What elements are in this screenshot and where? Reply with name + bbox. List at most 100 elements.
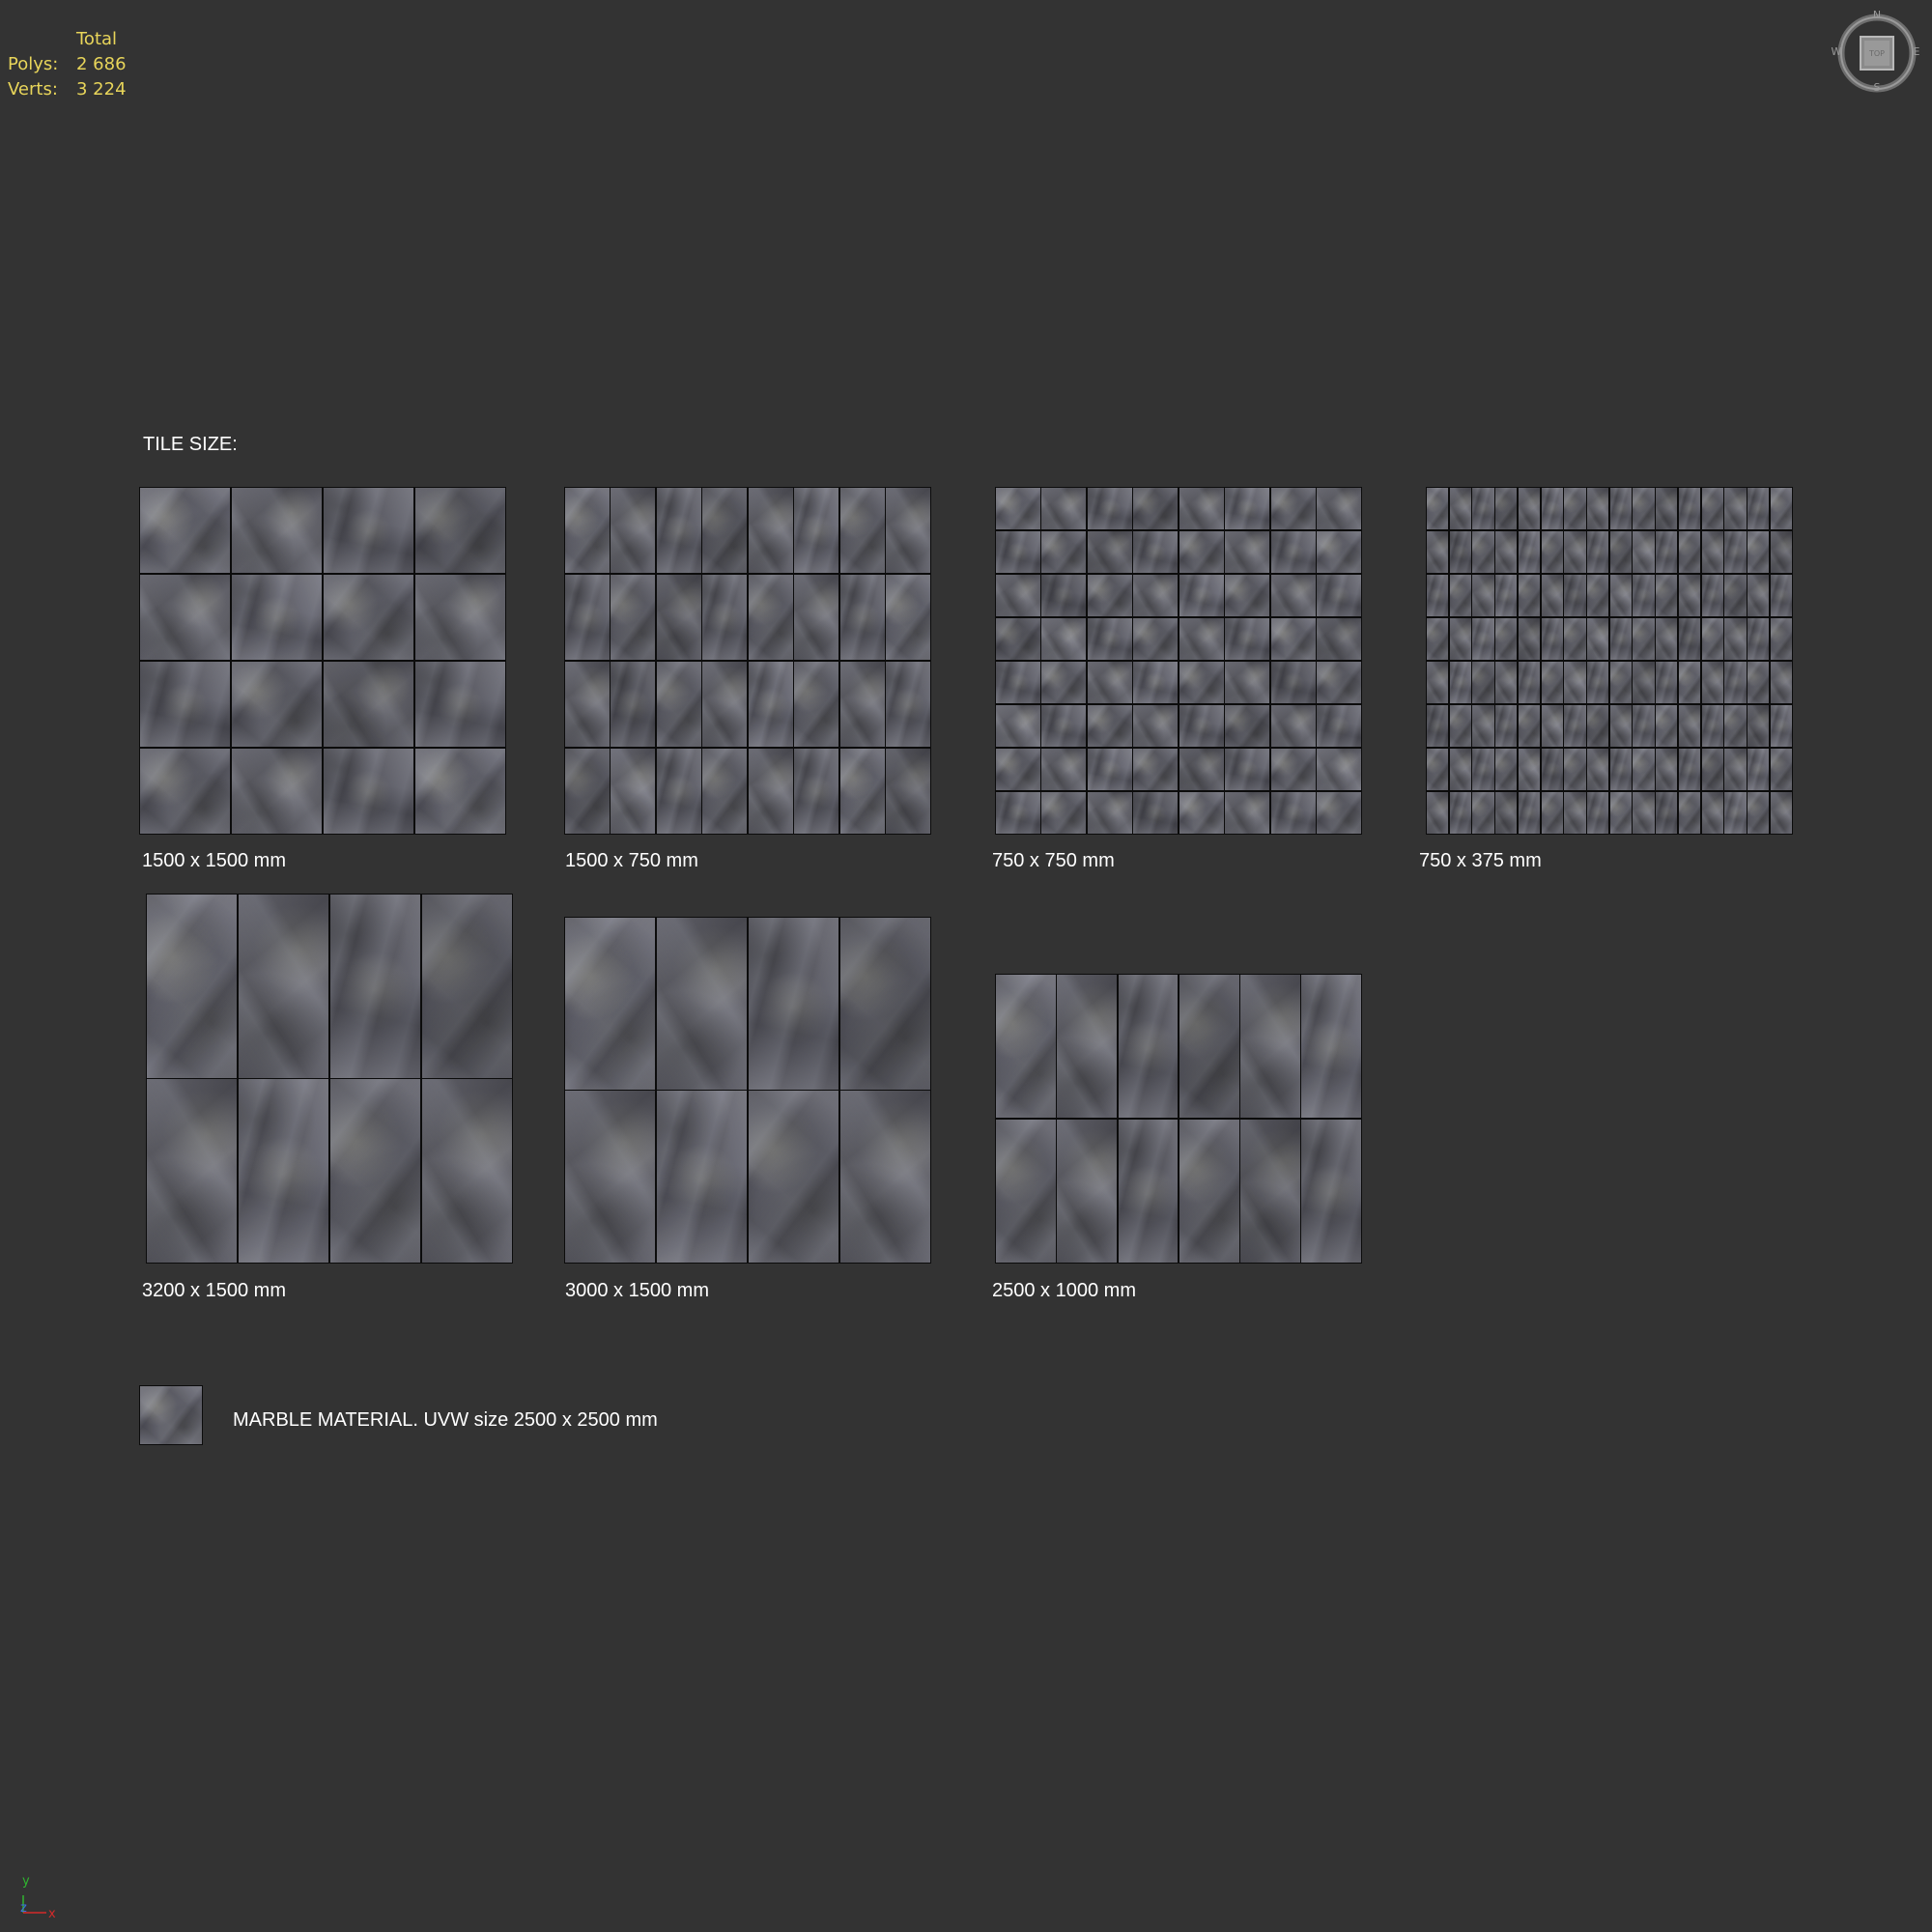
marble-tile	[1041, 574, 1087, 617]
marble-tile	[1472, 704, 1494, 748]
marble-tile	[1609, 488, 1632, 530]
marble-tile	[1317, 661, 1361, 704]
tile-sample-1500x1500[interactable]	[139, 487, 506, 835]
marble-tile	[1041, 791, 1087, 834]
material-note: MARBLE MATERIAL. UVW size 2500 x 2500 mm	[233, 1409, 658, 1431]
marble-tile	[238, 895, 329, 1078]
marble-tile	[1427, 704, 1449, 748]
marble-tile	[1656, 661, 1678, 704]
marble-tile	[702, 574, 748, 661]
marble-tile	[839, 1091, 930, 1263]
marble-tile	[1449, 574, 1471, 617]
marble-tile	[1587, 617, 1609, 661]
marble-tile	[702, 661, 748, 748]
marble-tile	[140, 574, 231, 661]
marble-tile	[1270, 748, 1316, 791]
marble-tile	[1564, 748, 1586, 791]
marble-tile	[1225, 617, 1270, 661]
marble-tile	[1087, 748, 1132, 791]
tile-sample-750x375[interactable]	[1426, 487, 1793, 835]
tile-sample-label: 2500 x 1000 mm	[992, 1280, 1136, 1301]
marble-tile	[147, 895, 238, 1078]
marble-tile	[748, 574, 793, 661]
marble-tile	[1449, 617, 1471, 661]
marble-tile	[1427, 574, 1449, 617]
marble-tile	[656, 748, 701, 834]
marble-tile	[1518, 617, 1541, 661]
marble-tile	[1133, 617, 1179, 661]
marble-tile	[147, 1079, 238, 1263]
marble-tile	[421, 1079, 512, 1263]
marble-tile	[231, 661, 323, 748]
tile-sample-2500x1000[interactable]	[995, 974, 1362, 1264]
marble-tile	[565, 574, 610, 661]
marble-tile	[1133, 574, 1179, 617]
tile-sample-3200x1500[interactable]	[146, 894, 513, 1264]
marble-tile	[611, 661, 656, 748]
marble-tile	[1270, 530, 1316, 574]
marble-tile	[1041, 530, 1087, 574]
marble-tile	[1724, 574, 1747, 617]
marble-tile	[1633, 791, 1655, 834]
marble-tile	[1225, 704, 1270, 748]
tile-sample-750x750[interactable]	[995, 487, 1362, 835]
viewport-top[interactable]: Total Polys: 2 686 Verts: 3 224 TOP N S …	[0, 0, 1932, 1932]
marble-tile	[1472, 748, 1494, 791]
marble-tile	[1495, 791, 1518, 834]
marble-tile	[1541, 748, 1563, 791]
marble-tile	[1770, 661, 1792, 704]
marble-tile	[1701, 488, 1723, 530]
compass-west[interactable]: W	[1830, 45, 1843, 58]
marble-tile	[1317, 530, 1361, 574]
marble-tile	[1495, 704, 1518, 748]
compass-south[interactable]: S	[1870, 81, 1884, 94]
marble-tile	[1678, 661, 1701, 704]
tile-sample-1500x750[interactable]	[564, 487, 931, 835]
marble-tile	[1179, 617, 1224, 661]
marble-tile	[1495, 617, 1518, 661]
marble-tile	[1541, 488, 1563, 530]
marble-tile	[1747, 617, 1770, 661]
marble-tile	[1678, 488, 1701, 530]
marble-tile	[1609, 661, 1632, 704]
stats-total-header: Total	[76, 29, 118, 49]
marble-tile	[1270, 488, 1316, 530]
compass-north[interactable]: N	[1870, 9, 1884, 21]
marble-tile	[1678, 748, 1701, 791]
marble-tile	[1656, 574, 1678, 617]
marble-tile	[1317, 617, 1361, 661]
tile-sample-3000x1500[interactable]	[564, 917, 931, 1264]
marble-tile	[1609, 574, 1632, 617]
marble-tile	[1587, 574, 1609, 617]
marble-tile	[1587, 488, 1609, 530]
tile-sample-label: 1500 x 1500 mm	[142, 850, 286, 871]
marble-tile	[1317, 488, 1361, 530]
marble-tile	[1041, 488, 1087, 530]
marble-tile	[1518, 574, 1541, 617]
marble-tile	[1633, 704, 1655, 748]
marble-tile	[1301, 975, 1361, 1119]
tile-sample-label: 1500 x 750 mm	[565, 850, 698, 871]
marble-tile	[1518, 661, 1541, 704]
marble-tile	[1587, 791, 1609, 834]
marble-tile	[1427, 748, 1449, 791]
marble-tile	[1770, 704, 1792, 748]
marble-tile	[1701, 704, 1723, 748]
marble-tile	[886, 488, 930, 574]
marble-tile	[1041, 704, 1087, 748]
viewcube-widget[interactable]: TOP N S E W	[1830, 9, 1923, 97]
stats-polys-value: 2 686	[76, 54, 127, 74]
marble-tile	[1656, 791, 1678, 834]
marble-tile	[238, 1079, 329, 1263]
marble-material-swatch[interactable]	[139, 1385, 203, 1445]
stats-polys-label: Polys:	[8, 54, 59, 74]
marble-tile	[1133, 530, 1179, 574]
marble-tile	[140, 748, 231, 834]
marble-tile	[656, 918, 748, 1090]
marble-tile	[1317, 748, 1361, 791]
compass-east[interactable]: E	[1910, 45, 1923, 58]
marble-tile	[1057, 975, 1117, 1119]
marble-tile	[1678, 704, 1701, 748]
marble-tile	[1656, 617, 1678, 661]
marble-tile	[1270, 791, 1316, 834]
